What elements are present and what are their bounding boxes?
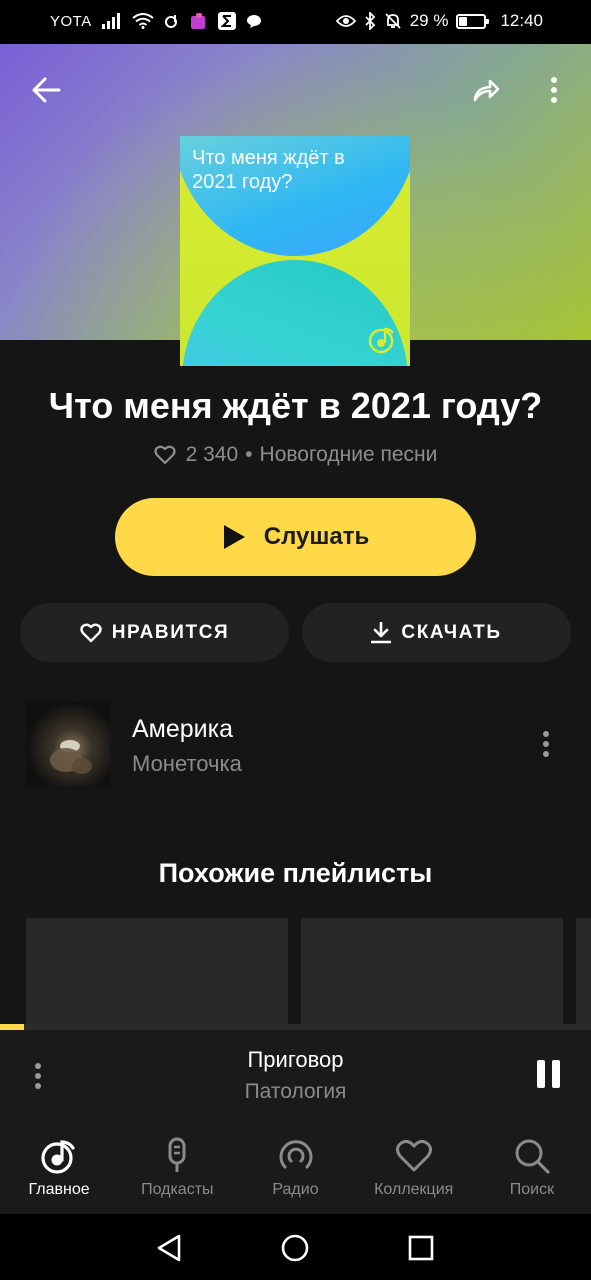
tab-home-label: Главное: [28, 1181, 90, 1198]
system-back-button[interactable]: [153, 1232, 185, 1264]
playlist-category[interactable]: Новогодние песни: [260, 443, 438, 467]
download-icon: [371, 621, 392, 643]
triangle-back-icon: [157, 1234, 181, 1262]
signal-icon: [101, 13, 120, 29]
mini-player[interactable]: Приговор Патология: [0, 1030, 591, 1122]
square-recents-icon: [408, 1235, 434, 1261]
heart-icon: [79, 623, 102, 642]
heart-outline-icon: [154, 445, 176, 465]
track-more-button[interactable]: [532, 726, 560, 762]
battery-percent: 29 %: [409, 11, 449, 30]
play-button-label: Слушать: [263, 523, 370, 550]
mute-bell-icon: [385, 13, 401, 29]
sigma-app-icon: [217, 12, 236, 30]
battery-icon: [456, 13, 490, 29]
puzzle-app-icon: [190, 13, 205, 29]
microphone-icon: [168, 1137, 186, 1172]
artwork-figure: [50, 740, 92, 774]
carrier-label: YOTA: [50, 12, 92, 30]
system-home-button[interactable]: [279, 1232, 311, 1264]
circle-home-icon: [281, 1234, 309, 1262]
like-button-label: НРАВИТСЯ: [111, 621, 230, 643]
track-artist[interactable]: Монеточка: [132, 751, 242, 777]
tab-search[interactable]: Поиск: [473, 1122, 591, 1214]
music-app-icon: [164, 15, 177, 28]
clock: 12:40: [500, 11, 543, 30]
download-button[interactable]: СКАЧАТЬ: [302, 603, 571, 662]
bottom-tab-bar: Главное Подкасты Радио Коллекция Поиск: [0, 1122, 591, 1214]
tab-home[interactable]: Главное: [0, 1122, 118, 1214]
similar-playlist-card[interactable]: [301, 918, 563, 1024]
playlist-cover: Что меня ждёт в 2021 году?: [180, 136, 410, 366]
share-icon: [473, 79, 500, 102]
similar-playlist-card[interactable]: [26, 918, 288, 1024]
similar-playlist-card[interactable]: [576, 918, 591, 1024]
pause-icon: [537, 1060, 545, 1088]
search-icon: [515, 1139, 550, 1174]
more-vertical-icon: [551, 77, 557, 103]
tab-radio-label: Радио: [272, 1181, 319, 1198]
tab-podcasts[interactable]: Подкасты: [118, 1122, 236, 1214]
tab-search-label: Поиск: [509, 1181, 555, 1198]
heart-icon: [395, 1139, 432, 1172]
share-button[interactable]: [464, 68, 508, 112]
more-vertical-icon: [543, 731, 549, 757]
message-icon: [246, 15, 261, 28]
arrow-left-icon: [32, 77, 61, 103]
tab-radio[interactable]: Радио: [236, 1122, 354, 1214]
system-recents-button[interactable]: [405, 1232, 437, 1264]
track-title: Америка: [132, 715, 234, 743]
music-note-logo-icon: [368, 327, 394, 354]
like-button[interactable]: НРАВИТСЯ: [20, 603, 289, 662]
play-button[interactable]: Слушать: [115, 498, 476, 576]
status-bar: YOTA 29 % 12:40: [0, 0, 591, 44]
download-button-label: СКАЧАТЬ: [401, 621, 502, 643]
similar-playlists-heading: Похожие плейлисты: [158, 858, 433, 888]
eye-icon: [335, 15, 356, 27]
tab-podcasts-label: Подкасты: [141, 1181, 214, 1198]
back-button[interactable]: [24, 68, 68, 112]
likes-count: 2 340: [185, 443, 239, 466]
pause-icon: [552, 1060, 560, 1088]
more-options-button[interactable]: [532, 68, 576, 112]
now-playing-title: Приговор: [247, 1047, 344, 1072]
tab-collection-label: Коллекция: [374, 1181, 454, 1198]
track-artwork: [26, 702, 110, 786]
meta-separator: •: [245, 443, 253, 466]
playlist-title: Что меня ждёт в 2021 году?: [48, 385, 543, 426]
pause-button[interactable]: [537, 1060, 565, 1092]
now-playing-artist: Патология: [244, 1080, 347, 1103]
track-row[interactable]: Америка Монеточка: [26, 702, 566, 786]
playlist-meta: 2 340 • Новогодние песни: [0, 443, 591, 467]
play-icon: [223, 525, 245, 549]
bluetooth-icon: [365, 12, 375, 30]
system-navigation-bar: [0, 1214, 591, 1280]
tab-collection[interactable]: Коллекция: [355, 1122, 473, 1214]
wifi-icon: [132, 13, 154, 29]
cover-title: Что меня ждёт в 2021 году?: [192, 147, 345, 193]
radio-icon: [279, 1140, 312, 1169]
home-music-icon: [41, 1140, 75, 1174]
